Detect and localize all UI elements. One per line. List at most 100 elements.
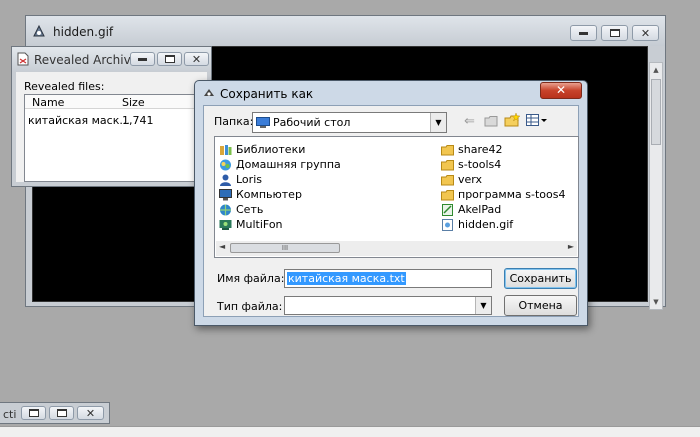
dialog-app-icon (204, 89, 214, 96)
hidden-gif-titlebar[interactable]: hidden.gif ✕ (26, 16, 665, 46)
file-label: verx (458, 173, 483, 186)
folder-value: Рабочий стол (273, 116, 351, 129)
up-folder-icon[interactable] (484, 115, 498, 127)
dialog-close-button[interactable]: ✕ (540, 82, 582, 99)
maximize-button[interactable] (601, 25, 628, 41)
gif-file-icon (442, 218, 453, 231)
list-item[interactable]: Компьютер (219, 187, 302, 202)
archive-title: Revealed Archive (34, 53, 139, 67)
folder-icon (441, 189, 454, 200)
file-label: Компьютер (236, 188, 302, 201)
list-item[interactable]: hidden.gif (441, 217, 513, 232)
file-label: share42 (458, 143, 503, 156)
close-icon: ✕ (191, 52, 202, 66)
list-item[interactable]: AkelPad (441, 202, 501, 217)
archive-titlebar[interactable]: Revealed Archive ✕ (12, 47, 211, 71)
file-label: s-tools4 (458, 158, 502, 171)
revealed-files-list[interactable]: Name Size китайская маск... 1,741 (24, 94, 207, 182)
archive-minimize-button[interactable] (130, 52, 155, 66)
list-item[interactable]: share42 (441, 142, 503, 157)
file-label: MultiFon (236, 218, 283, 231)
hidden-gif-title: hidden.gif (53, 25, 114, 39)
folder-icon (441, 174, 454, 185)
filetype-combo[interactable]: ▼ (284, 296, 492, 315)
list-item[interactable]: MultiFon (219, 217, 283, 232)
filename-value: китайская маска.txt (287, 272, 406, 285)
status-strip (0, 426, 700, 437)
maximize-icon (56, 409, 67, 417)
save-as-dialog: Сохранить как ✕ Папка: Рабочий стол ▼ ⇐ (194, 80, 588, 326)
chevron-down-icon[interactable]: ▼ (475, 297, 491, 314)
close-icon: ✕ (640, 26, 651, 40)
close-icon: ✕ (85, 406, 96, 420)
filename-input[interactable]: китайская маска.txt (284, 269, 492, 288)
folder-combo[interactable]: Рабочий стол ▼ (252, 112, 447, 133)
libraries-icon (220, 144, 232, 155)
desktop-icon (256, 117, 270, 128)
cancel-button[interactable]: Отмена (504, 295, 577, 316)
app-icon (33, 24, 45, 37)
horizontal-scrollbar[interactable]: ◄ III ► (216, 241, 577, 256)
save-dialog-titlebar[interactable]: Сохранить как ✕ (195, 81, 587, 105)
minimized-title: cti (3, 408, 17, 421)
scroll-left-icon[interactable]: ◄ (219, 242, 225, 251)
scroll-down-icon[interactable]: ▼ (650, 295, 662, 309)
maximize-button[interactable] (49, 406, 74, 420)
file-label: hidden.gif (458, 218, 514, 231)
scroll-up-icon[interactable]: ▲ (650, 63, 662, 77)
computer-icon (219, 188, 232, 200)
archive-body: Revealed files: Name Size китайская маск… (16, 72, 207, 182)
list-item[interactable]: Loris (219, 172, 262, 187)
folder-label: Папка: (214, 115, 254, 128)
column-header-size[interactable]: Size (122, 96, 145, 109)
folder-icon (441, 159, 454, 170)
file-label: программа s-toos4 (458, 188, 566, 201)
back-arrow-icon[interactable]: ⇐ (464, 114, 475, 129)
user-icon (220, 174, 231, 186)
file-browser[interactable]: Библиотеки Домашняя группа Loris Компьют… (214, 136, 579, 258)
restore-icon (28, 409, 39, 417)
restore-button[interactable] (21, 406, 46, 420)
scroll-right-icon[interactable]: ► (568, 242, 574, 251)
list-item[interactable]: программа s-toos4 (441, 187, 565, 202)
minimize-icon (138, 57, 147, 61)
minimize-button[interactable] (570, 25, 597, 41)
folder-icon (441, 144, 454, 155)
list-item[interactable]: Сеть (219, 202, 263, 217)
vertical-scrollbar[interactable]: ▲ ▼ (649, 62, 663, 310)
list-item[interactable]: Библиотеки (219, 142, 305, 157)
filename-label: Имя файла: (217, 272, 285, 285)
maximize-icon (164, 55, 175, 63)
new-folder-icon[interactable] (504, 113, 520, 127)
scroll-thumb[interactable]: III (230, 243, 340, 253)
file-label: Библиотеки (236, 143, 306, 156)
scroll-thumb[interactable] (651, 79, 661, 145)
close-button[interactable]: ✕ (77, 406, 104, 420)
network-icon (220, 204, 231, 215)
file-label: AkelPad (458, 203, 502, 216)
column-header-name[interactable]: Name (32, 96, 64, 109)
document-icon (17, 52, 29, 66)
list-item[interactable]: Домашняя группа (219, 157, 341, 172)
file-label: Loris (236, 173, 262, 186)
minimize-icon (579, 31, 588, 35)
revealed-files-label: Revealed files: (24, 80, 105, 93)
save-dialog-title: Сохранить как (220, 87, 314, 101)
save-dialog-body: Папка: Рабочий стол ▼ ⇐ Библиотеки Домаш… (203, 105, 579, 317)
close-button[interactable]: ✕ (632, 25, 659, 41)
save-button[interactable]: Сохранить (504, 268, 577, 289)
view-menu-icon[interactable] (526, 114, 548, 126)
list-header: Name Size (25, 95, 206, 109)
akelpad-icon (442, 203, 453, 216)
revealed-archive-window: Revealed Archive ✕ Revealed files: Name … (11, 46, 212, 187)
list-item[interactable]: verx (441, 172, 482, 187)
archive-close-button[interactable]: ✕ (184, 52, 209, 66)
list-item[interactable]: s-tools4 (441, 157, 501, 172)
multifon-icon (219, 219, 232, 230)
chevron-down-icon[interactable]: ▼ (430, 113, 446, 132)
file-name: китайская маск... (28, 114, 130, 127)
archive-maximize-button[interactable] (157, 52, 182, 66)
minimized-window[interactable]: cti ✕ (0, 402, 110, 424)
file-label: Домашняя группа (236, 158, 341, 171)
homegroup-icon (220, 159, 231, 170)
